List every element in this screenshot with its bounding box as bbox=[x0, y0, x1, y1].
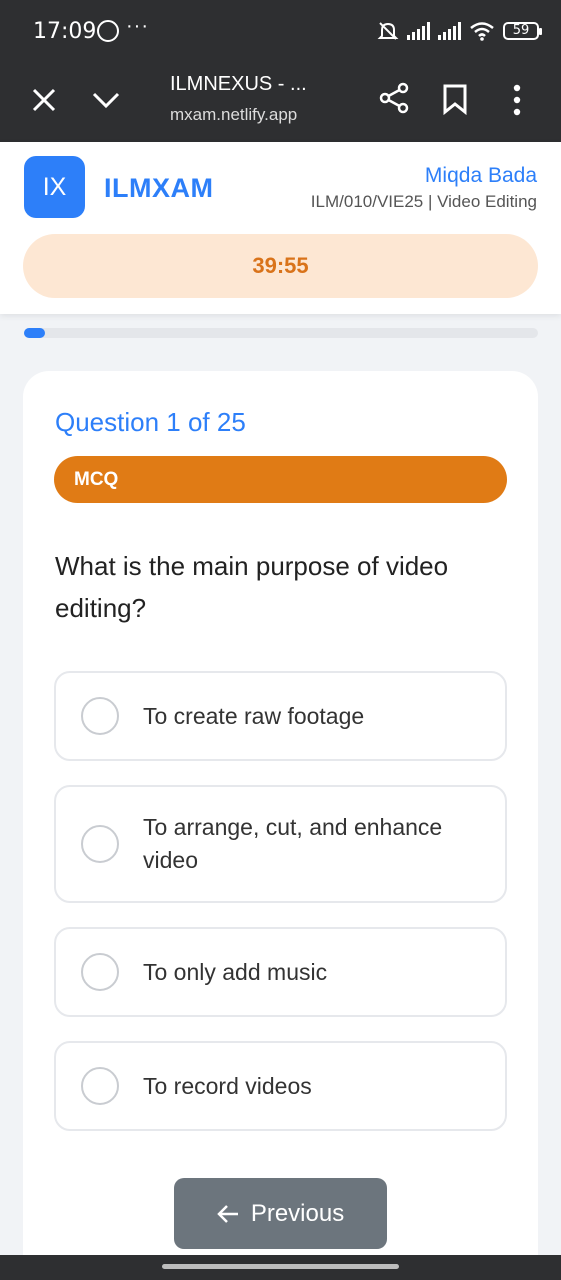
question-text: What is the main purpose of video editin… bbox=[55, 551, 449, 623]
signal-icon-2 bbox=[438, 22, 461, 40]
more-menu-icon[interactable] bbox=[503, 82, 531, 118]
exam-progress-fill bbox=[24, 328, 45, 338]
previous-button[interactable]: Previous bbox=[174, 1178, 387, 1249]
previous-button-label: Previous bbox=[250, 1199, 345, 1227]
share-icon[interactable] bbox=[378, 82, 410, 114]
question-type-badge: MCQ bbox=[54, 456, 507, 503]
arrow-left-icon bbox=[217, 1204, 238, 1223]
radio-icon[interactable] bbox=[81, 953, 119, 991]
signal-icon bbox=[407, 22, 430, 40]
radio-icon[interactable] bbox=[81, 697, 119, 735]
option-3[interactable]: To only add music bbox=[54, 927, 507, 1017]
battery-icon: 59 bbox=[503, 22, 542, 40]
option-2[interactable]: To arrange, cut, and enhance video bbox=[54, 785, 507, 903]
browser-page-title: ILMNEXUS - ... bbox=[170, 73, 307, 95]
user-course-code: ILM/010/VIE25 | Video Editing bbox=[310, 192, 537, 211]
more-notifications-icon: ··· bbox=[126, 15, 149, 37]
brand-name: ILMXAM bbox=[104, 173, 214, 203]
user-name: Miqda Bada bbox=[424, 164, 537, 187]
status-time: 17:09 bbox=[33, 19, 97, 44]
status-bar: 17:09 ··· 59 bbox=[0, 0, 561, 62]
bookmark-icon[interactable] bbox=[441, 83, 469, 115]
option-1[interactable]: To create raw footage bbox=[54, 671, 507, 761]
exam-timer: 39:55 bbox=[23, 234, 538, 298]
radio-icon[interactable] bbox=[81, 1067, 119, 1105]
close-icon[interactable] bbox=[30, 86, 58, 114]
status-icons: 59 bbox=[377, 18, 542, 44]
option-label: To create raw footage bbox=[143, 703, 365, 729]
home-gesture-handle[interactable] bbox=[162, 1264, 399, 1269]
browser-toolbar: ILMNEXUS - ... mxam.netlify.app bbox=[0, 62, 561, 142]
option-4[interactable]: To record videos bbox=[54, 1041, 507, 1131]
exam-progress-bar bbox=[24, 328, 538, 338]
question-number: Question 1 of 25 bbox=[55, 407, 246, 437]
option-label: To arrange, cut, and enhance video bbox=[143, 814, 443, 873]
question-card: Question 1 of 25 MCQ What is the main pu… bbox=[23, 371, 538, 1271]
wifi-icon bbox=[470, 22, 494, 41]
app-logo: IX bbox=[24, 156, 85, 218]
app-header: IX ILMXAM Miqda Bada ILM/010/VIE25 | Vid… bbox=[0, 142, 561, 314]
system-nav-bar bbox=[0, 1255, 561, 1280]
chevron-down-icon[interactable] bbox=[90, 86, 122, 114]
muted-bell-icon bbox=[377, 22, 399, 40]
browser-url[interactable]: mxam.netlify.app bbox=[170, 105, 297, 125]
option-label: To only add music bbox=[143, 959, 328, 985]
whatsapp-icon bbox=[97, 20, 119, 42]
option-label: To record videos bbox=[143, 1073, 312, 1099]
radio-icon[interactable] bbox=[81, 825, 119, 863]
